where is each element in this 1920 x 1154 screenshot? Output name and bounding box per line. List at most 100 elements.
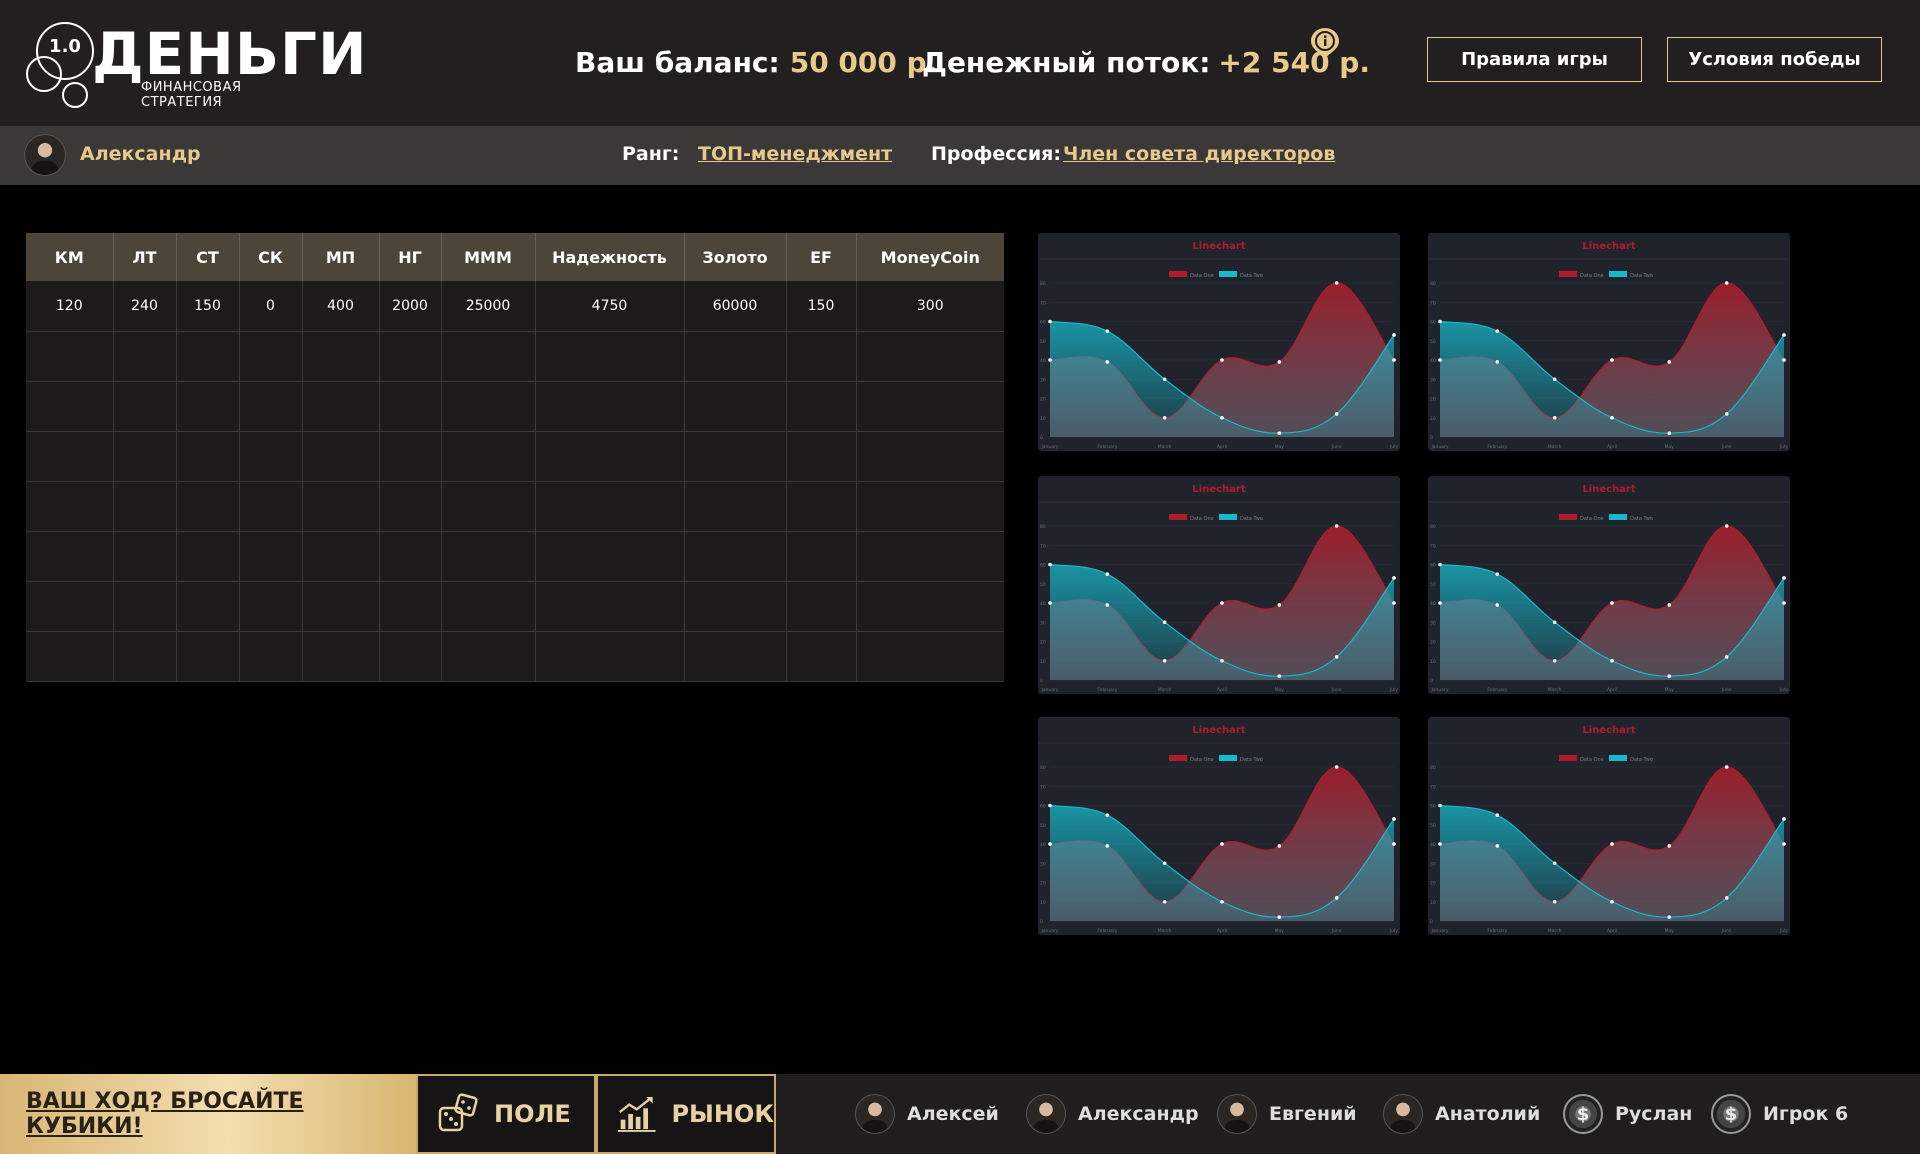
- table-cell: [176, 631, 240, 682]
- x-tick-label: July: [1389, 928, 1398, 934]
- player-item[interactable]: $ Руслан: [1563, 1093, 1692, 1135]
- table-cell: 300: [856, 281, 1004, 332]
- coin-icon: $: [1563, 1094, 1603, 1134]
- player-item[interactable]: Александр: [1026, 1093, 1199, 1135]
- table-cell: [786, 481, 857, 532]
- y-tick-label: 20: [1430, 397, 1436, 403]
- table-cell: [856, 581, 1004, 632]
- player-name: Алексей: [907, 1103, 999, 1125]
- data-point: [1162, 415, 1167, 420]
- data-point: [1048, 803, 1052, 808]
- data-point: [1610, 658, 1614, 663]
- data-point: [1552, 658, 1557, 663]
- data-point: [1552, 899, 1557, 904]
- data-point: [1334, 655, 1339, 659]
- win-conditions-button[interactable]: Условия победы: [1667, 37, 1882, 82]
- y-tick-label: 60: [1040, 320, 1046, 326]
- data-point: [1220, 899, 1224, 904]
- legend-swatch: [1559, 271, 1577, 277]
- table-cell: 150: [786, 281, 857, 332]
- y-tick-label: 70: [1040, 784, 1046, 790]
- legend-swatch: [1609, 271, 1627, 277]
- profession-link[interactable]: Член совета директоров: [1063, 143, 1335, 165]
- legend-label: Data One: [1580, 757, 1604, 763]
- x-tick-label: June: [1721, 444, 1732, 450]
- table-cell: [26, 331, 114, 382]
- chart-title: Linechart: [1582, 241, 1635, 252]
- field-button[interactable]: ПОЛЕ: [416, 1074, 596, 1154]
- data-point: [1667, 915, 1672, 919]
- data-point: [1552, 415, 1557, 420]
- legend-swatch: [1219, 271, 1237, 277]
- table-cell: [302, 531, 380, 582]
- roll-dice-button[interactable]: ВАШ ХОД? БРОСАЙТЕ КУБИКИ!: [0, 1074, 416, 1154]
- x-tick-label: January: [1040, 444, 1058, 450]
- y-tick-label: 60: [1430, 320, 1436, 326]
- legend-label: Data Two: [1240, 516, 1263, 522]
- player-item[interactable]: Алексей: [855, 1093, 999, 1135]
- data-point: [1438, 319, 1442, 324]
- table-cell: 4750: [535, 281, 685, 332]
- table-cell: [26, 581, 114, 632]
- player-item[interactable]: Анатолий: [1383, 1093, 1540, 1135]
- player-item[interactable]: Евгений: [1217, 1093, 1357, 1135]
- table-row: [26, 631, 1004, 682]
- y-tick-label: 30: [1430, 620, 1436, 626]
- info-pin-icon[interactable]: [1309, 26, 1341, 60]
- x-tick-label: February: [1487, 444, 1507, 450]
- cashflow-value: +2 540 р.: [1218, 46, 1370, 79]
- avatar: [1217, 1094, 1257, 1134]
- y-tick-label: 30: [1430, 377, 1436, 383]
- table-cell: [239, 381, 303, 432]
- table-cell: [535, 531, 685, 582]
- top-header: 1.0 ДЕНЬГИ ФИНАНСОВАЯ СТРАТЕГИЯ Ваш бала…: [0, 0, 1920, 126]
- assets-table: КМ ЛТ СТ СК МП НГ МММ Надежность Золото …: [26, 233, 1004, 682]
- y-tick-label: 20: [1430, 881, 1436, 887]
- player-item[interactable]: $ Игрок 6: [1711, 1093, 1848, 1135]
- table-cell: [684, 381, 787, 432]
- y-tick-label: 60: [1430, 563, 1436, 569]
- legend-swatch: [1219, 755, 1237, 761]
- rules-button[interactable]: Правила игры: [1427, 37, 1642, 82]
- table-cell: [786, 431, 857, 482]
- table-cell: [113, 481, 177, 532]
- table-cell: 240: [113, 281, 177, 332]
- table-cell: [302, 481, 380, 532]
- table-cell: [176, 331, 240, 382]
- x-tick-label: February: [1487, 928, 1507, 934]
- column-header: EF: [786, 233, 857, 281]
- market-button[interactable]: РЫНОК: [596, 1074, 776, 1154]
- x-tick-label: March: [1548, 687, 1562, 693]
- data-point: [1277, 603, 1282, 607]
- table-cell: [441, 481, 536, 532]
- avatar[interactable]: [24, 134, 66, 176]
- y-tick-label: 30: [1040, 620, 1046, 626]
- x-tick-label: May: [1665, 687, 1675, 693]
- balance-value: 50 000 р.: [789, 46, 938, 79]
- balance: Ваш баланс: 50 000 р.: [575, 46, 937, 79]
- table-row: [26, 481, 1004, 532]
- column-header: НГ: [379, 233, 442, 281]
- y-tick-label: 0: [1040, 678, 1043, 684]
- data-point: [1334, 412, 1339, 416]
- rank-link[interactable]: ТОП-менеджмент: [698, 143, 892, 165]
- avatar: [1383, 1094, 1423, 1134]
- data-point: [1334, 765, 1339, 769]
- x-tick-label: May: [1665, 928, 1675, 934]
- x-tick-label: May: [1275, 444, 1285, 450]
- x-tick-label: February: [1097, 928, 1117, 934]
- data-point: [1724, 765, 1729, 769]
- table-cell: [113, 381, 177, 432]
- chart-title: Linechart: [1582, 484, 1635, 495]
- y-tick-label: 80: [1040, 765, 1046, 771]
- data-point: [1162, 377, 1167, 382]
- data-point: [1782, 358, 1786, 362]
- y-tick-label: 40: [1040, 842, 1046, 848]
- legend-swatch: [1169, 271, 1187, 277]
- legend-label: Data One: [1190, 516, 1214, 522]
- column-header: Надежность: [535, 233, 685, 281]
- y-tick-label: 40: [1430, 358, 1436, 364]
- table-cell: [26, 431, 114, 482]
- table-row: [26, 431, 1004, 482]
- logo-title: ДЕНЬГИ: [92, 20, 368, 88]
